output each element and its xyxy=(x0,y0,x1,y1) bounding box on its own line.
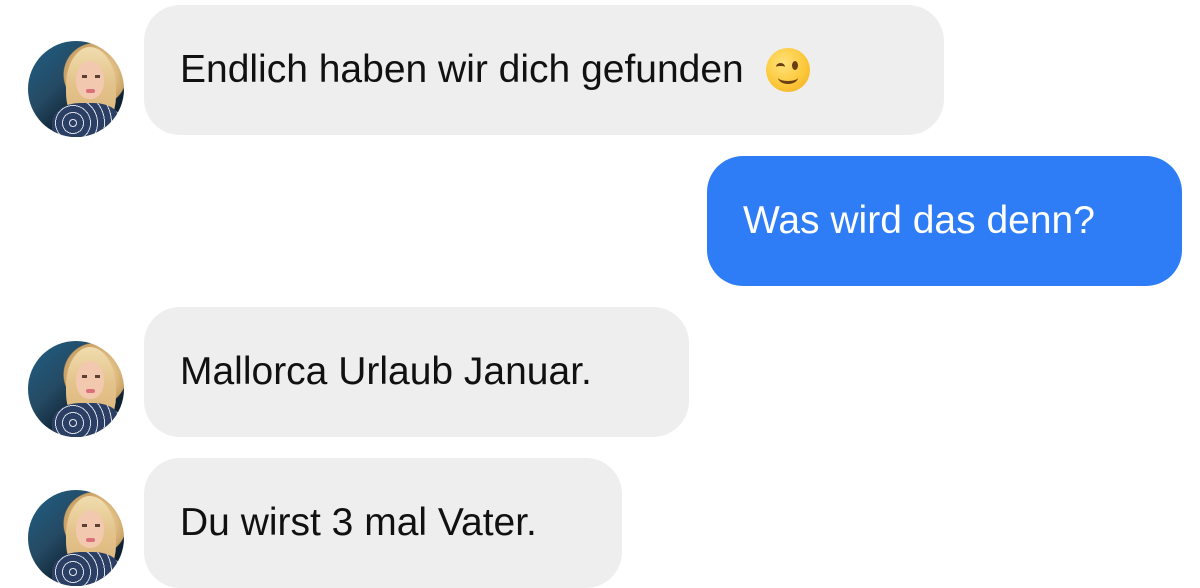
chat-thread: Endlich haben wir dich gefunden Was wird… xyxy=(0,0,1200,588)
contact-avatar[interactable] xyxy=(28,490,124,586)
message-text: Mallorca Urlaub Januar. xyxy=(180,350,592,393)
message-bubble-incoming[interactable]: Mallorca Urlaub Januar. xyxy=(144,307,689,437)
contact-avatar[interactable] xyxy=(28,341,124,437)
winking-face-icon xyxy=(765,48,810,92)
message-text: Was wird das denn? xyxy=(743,199,1095,242)
message-bubble-incoming[interactable]: Du wirst 3 mal Vater. xyxy=(144,458,622,588)
message-text: Endlich haben wir dich gefunden xyxy=(180,48,744,91)
contact-avatar[interactable] xyxy=(28,41,124,137)
message-bubble-incoming[interactable]: Endlich haben wir dich gefunden xyxy=(144,5,944,135)
message-bubble-outgoing[interactable]: Was wird das denn? xyxy=(707,156,1182,286)
message-text: Du wirst 3 mal Vater. xyxy=(180,501,537,544)
